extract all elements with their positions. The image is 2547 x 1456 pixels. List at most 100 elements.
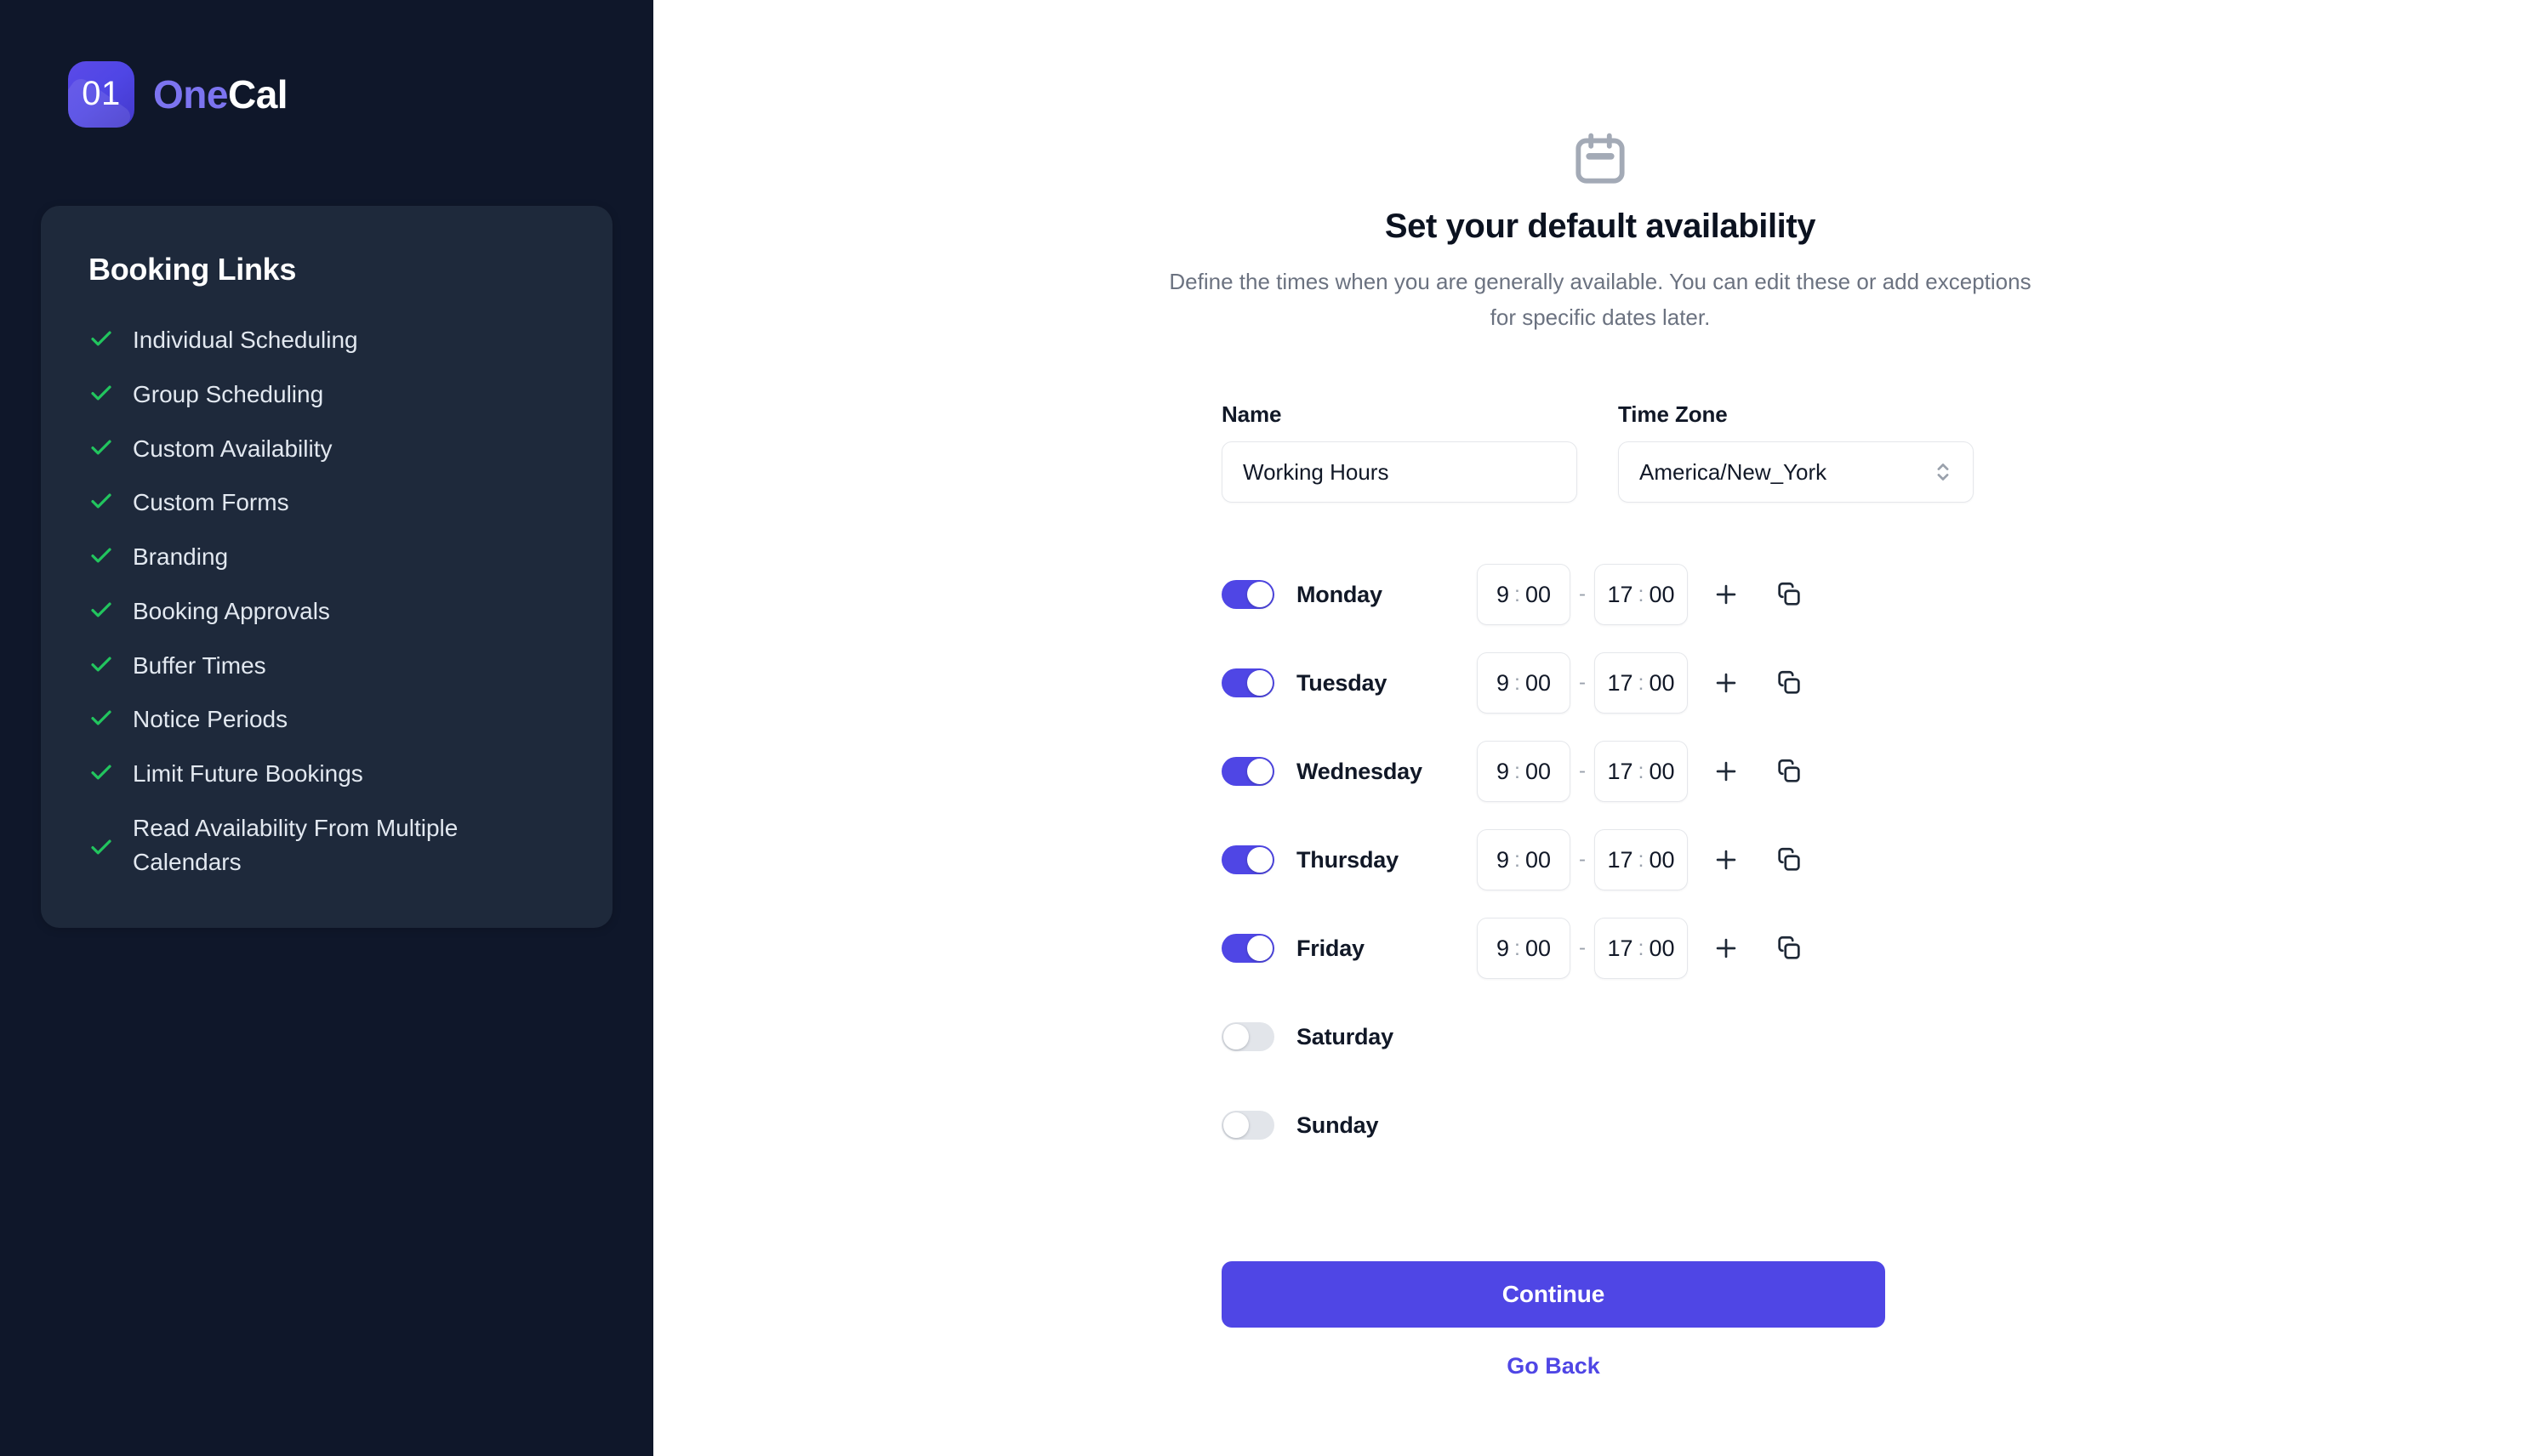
day-toggle-wednesday[interactable] — [1222, 757, 1274, 787]
list-item: Custom Forms — [88, 486, 565, 520]
day-row-tuesday: Tuesday 9 : 00 - 17 : 00 — [1222, 639, 1979, 727]
start-hour: 9 — [1496, 758, 1510, 784]
list-item: Notice Periods — [88, 702, 565, 737]
list-item: Branding — [88, 540, 565, 574]
list-item: Group Scheduling — [88, 378, 565, 412]
brand-logo[interactable]: 01 OneCal — [68, 61, 613, 128]
end-minute: 00 — [1649, 935, 1675, 961]
start-hour: 9 — [1496, 935, 1510, 961]
day-label-sunday: Sunday — [1296, 1112, 1379, 1138]
toggle-knob — [1223, 1024, 1249, 1050]
start-time-tuesday[interactable]: 9 : 00 — [1477, 652, 1570, 714]
timezone-field-group: Time Zone America/New_York — [1618, 401, 1974, 503]
time-separator: : — [1514, 670, 1520, 695]
toggle-knob — [1247, 670, 1273, 697]
end-hour: 17 — [1607, 669, 1633, 696]
start-time-wednesday[interactable]: 9 : 00 — [1477, 741, 1570, 803]
day-row-sunday: Sunday — [1222, 1081, 1979, 1169]
row-actions-tuesday — [1712, 668, 1803, 697]
day-label-friday: Friday — [1296, 935, 1365, 961]
copy-icon[interactable] — [1775, 934, 1803, 963]
check-icon — [91, 839, 111, 855]
day-toggle-tuesday[interactable] — [1222, 668, 1274, 698]
app-root: 01 OneCal Booking Links Individual Sched… — [0, 0, 2547, 1456]
go-back-link[interactable]: Go Back — [1507, 1353, 1600, 1379]
time-separator: : — [1638, 670, 1644, 695]
day-toggle-sunday[interactable] — [1222, 1111, 1274, 1140]
start-minute: 00 — [1524, 669, 1552, 696]
plus-icon[interactable] — [1712, 757, 1741, 786]
check-icon — [91, 710, 111, 725]
time-separator: : — [1514, 847, 1520, 872]
feature-label: Buffer Times — [133, 651, 266, 679]
check-icon — [91, 657, 111, 671]
day-row-thursday: Thursday 9 : 00 - 17 : 00 — [1222, 816, 1979, 904]
range-separator: - — [1579, 936, 1586, 960]
feature-label: Booking Approvals — [133, 597, 330, 624]
end-time-friday[interactable]: 17 : 00 — [1594, 918, 1688, 980]
row-actions-thursday — [1712, 845, 1803, 874]
toggle-knob — [1223, 1112, 1249, 1139]
booking-links-title: Booking Links — [88, 252, 297, 287]
end-minute: 00 — [1649, 758, 1675, 784]
start-minute: 00 — [1524, 758, 1552, 784]
day-toggle-saturday[interactable] — [1222, 1022, 1274, 1052]
end-minute: 00 — [1649, 581, 1675, 607]
list-item: Read Availability From Multiple Calendar… — [88, 811, 565, 879]
feature-label: Individual Scheduling — [133, 327, 358, 353]
copy-icon[interactable] — [1775, 668, 1803, 697]
toggle-knob — [1247, 847, 1273, 873]
end-hour: 17 — [1607, 581, 1633, 607]
day-toggle-thursday[interactable] — [1222, 845, 1274, 875]
name-input[interactable]: Working Hours — [1222, 441, 1577, 503]
name-label: Name — [1222, 401, 1282, 428]
brand-name-first: One — [153, 72, 228, 117]
toggle-knob — [1247, 759, 1273, 785]
end-time-monday[interactable]: 17 : 00 — [1594, 564, 1688, 626]
name-input-value: Working Hours — [1243, 458, 1389, 485]
row-actions-wednesday — [1712, 757, 1803, 786]
time-separator: : — [1514, 936, 1520, 960]
logo-mark-text: 01 — [82, 74, 121, 112]
plus-icon[interactable] — [1712, 580, 1741, 609]
plus-icon[interactable] — [1712, 845, 1741, 874]
feature-label: Group Scheduling — [133, 380, 324, 407]
copy-icon[interactable] — [1775, 580, 1803, 609]
time-separator: : — [1638, 759, 1644, 783]
end-minute: 00 — [1649, 846, 1675, 873]
day-toggle-friday[interactable] — [1222, 934, 1274, 964]
end-minute: 00 — [1649, 669, 1675, 696]
time-separator: : — [1514, 759, 1520, 783]
continue-button[interactable]: Continue — [1222, 1261, 1885, 1328]
end-time-thursday[interactable]: 17 : 00 — [1594, 829, 1688, 891]
list-item: Buffer Times — [88, 649, 565, 683]
check-icon — [91, 440, 111, 454]
range-separator: - — [1579, 848, 1586, 872]
copy-icon[interactable] — [1775, 757, 1803, 786]
copy-icon[interactable] — [1775, 845, 1803, 874]
plus-icon[interactable] — [1712, 668, 1741, 697]
range-separator: - — [1579, 759, 1586, 783]
day-toggle-monday[interactable] — [1222, 580, 1274, 610]
start-hour: 9 — [1496, 846, 1510, 873]
main-content: Set your default availability Define the… — [653, 0, 2547, 1456]
booking-links-card: Booking Links Individual Scheduling Grou… — [41, 206, 613, 929]
timezone-select[interactable]: America/New_York — [1618, 441, 1974, 503]
start-time-thursday[interactable]: 9 : 00 — [1477, 829, 1570, 891]
end-hour: 17 — [1607, 846, 1633, 873]
name-field-group: Name Working Hours — [1222, 401, 1577, 503]
start-time-friday[interactable]: 9 : 00 — [1477, 918, 1570, 980]
end-time-tuesday[interactable]: 17 : 00 — [1594, 652, 1688, 714]
plus-icon[interactable] — [1712, 934, 1741, 963]
weekday-schedule-list: Monday 9 : 00 - 17 : 00 Tuesday 9: 00 -… — [1222, 550, 1979, 1169]
end-time-wednesday[interactable]: 17 : 00 — [1594, 741, 1688, 803]
start-hour: 9 — [1496, 581, 1510, 607]
form-actions: Continue Go Back — [1222, 1261, 1885, 1379]
day-label-monday: Monday — [1296, 581, 1382, 607]
toggle-knob — [1247, 582, 1273, 608]
feature-list: Individual Scheduling Group Scheduling C… — [88, 323, 565, 879]
day-label-thursday: Thursday — [1296, 846, 1399, 873]
start-time-monday[interactable]: 9 : 00 — [1477, 564, 1570, 626]
timezone-selected-value: America/New_York — [1639, 458, 1827, 485]
start-hour: 9 — [1496, 669, 1510, 696]
